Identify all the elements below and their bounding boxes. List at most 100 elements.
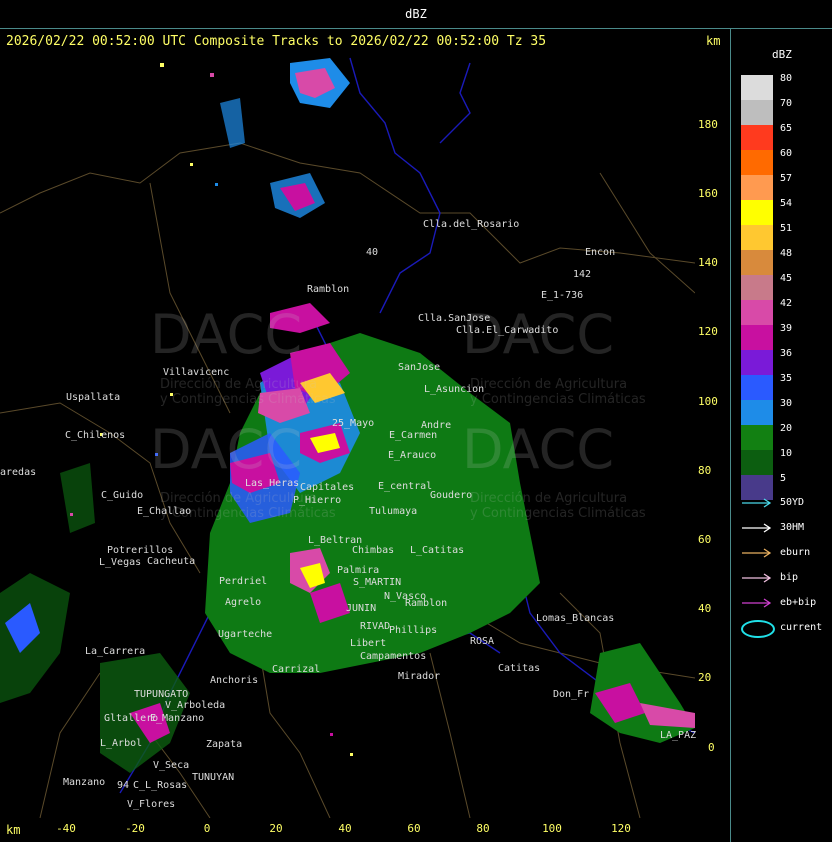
track-marker	[742, 573, 772, 583]
place-label: Andre	[421, 420, 452, 431]
place-label: E_Carmen	[389, 430, 438, 441]
legend-swatch	[741, 150, 773, 175]
watermark-line1-b: Dirección de Agricultura	[470, 491, 628, 506]
place-label: Chimbas	[352, 545, 395, 556]
place-label: Uspallata	[66, 392, 121, 403]
place-label: Clla.El_Carwadito	[456, 325, 559, 336]
legend-swatch	[741, 325, 773, 350]
place-label: C_Guido	[101, 490, 144, 501]
place-label: Carrizal	[272, 664, 321, 675]
watermark-line2-b: y Contingencias Climáticas	[470, 506, 646, 521]
legend-swatch	[741, 225, 773, 250]
place-label: Agrelo	[225, 597, 262, 608]
legend-level-label: 10	[780, 448, 793, 459]
legend-level-label: 45	[780, 273, 793, 284]
place-label: Mirador	[398, 671, 441, 682]
place-label: LA_PAZ	[660, 730, 697, 741]
legend-level-label: 42	[780, 298, 793, 309]
legend-swatch	[741, 450, 773, 475]
place-label: E_Arauco	[388, 450, 437, 461]
place-label: L_Catitas	[410, 545, 465, 556]
place-label: E_central	[378, 481, 433, 492]
x-tick: 80	[476, 822, 490, 835]
track-marker	[742, 523, 772, 533]
place-label: JUNIN	[346, 603, 377, 614]
legend-swatch	[741, 250, 773, 275]
place-label: Goudero	[430, 490, 473, 501]
place-label: C_L_Rosas	[133, 780, 188, 791]
place-label: Tulumaya	[369, 506, 418, 517]
place-label: Cacheuta	[147, 556, 196, 567]
place-label: ROSA	[470, 636, 495, 647]
place-label: L_Arbol	[100, 738, 143, 749]
place-label: V_Arboleda	[165, 700, 226, 711]
x-tick: 100	[542, 822, 562, 835]
place-label: Don_Fr	[553, 689, 590, 700]
legend-level-label: 70	[780, 98, 793, 109]
y-tick: 160	[698, 187, 718, 200]
y-tick: 140	[698, 256, 718, 269]
track-label: bip	[780, 572, 799, 583]
track-label: eb+bip	[780, 597, 817, 608]
watermark-line2-a: y Contingencias Climáticas	[470, 392, 646, 407]
legend-swatch	[741, 75, 773, 100]
legend-swatch	[741, 350, 773, 375]
place-label: L_Asuncion	[424, 384, 485, 395]
place-label: Anchoris	[210, 675, 259, 686]
top-bar: dBZ	[0, 0, 832, 29]
legend-level-label: 57	[780, 173, 793, 184]
legend-level-label: 5	[780, 473, 787, 484]
x-tick: -40	[56, 822, 76, 835]
km-label-top: km	[706, 34, 721, 48]
legend-level-label: 20	[780, 423, 793, 434]
legend-swatch	[741, 200, 773, 225]
place-label: Lomas_Blancas	[536, 613, 615, 624]
watermark-org-3: DACC	[150, 418, 303, 481]
legend-swatch	[741, 125, 773, 150]
place-label: 94	[117, 780, 130, 791]
legend-swatch	[741, 375, 773, 400]
legend-level-label: 35	[780, 373, 793, 384]
place-label: Palmira	[337, 565, 380, 576]
x-tick: 40	[338, 822, 352, 835]
legend-title: dBZ	[772, 48, 792, 61]
track-marker	[741, 620, 775, 638]
legend-level-label: 65	[780, 123, 793, 134]
x-tick: 120	[611, 822, 631, 835]
track-label: current	[780, 622, 823, 633]
place-label: Ugarteche	[218, 629, 273, 640]
legend-swatch	[741, 275, 773, 300]
legend-level-label: 80	[780, 73, 793, 84]
place-label: V_Seca	[153, 760, 190, 771]
place-label: Las_Heras	[245, 478, 300, 489]
legend-level-label: 36	[780, 348, 793, 359]
place-label: S_MARTIN	[353, 577, 402, 588]
watermark-line1-c: Dirección de Agricultura	[160, 377, 318, 392]
place-label: Perdriel	[219, 576, 268, 587]
place-label: Manzano	[63, 777, 106, 788]
legend-level-label: 60	[780, 148, 793, 159]
y-tick: 40	[698, 602, 712, 615]
place-label: aredas	[0, 467, 37, 478]
place-label: Campamentos	[360, 651, 427, 662]
place-label: Phillips	[389, 625, 438, 636]
map-title: 2026/02/22 00:52:00 UTC Composite Tracks…	[6, 34, 547, 49]
y-tick: 180	[698, 118, 718, 131]
place-label: E_1-736	[541, 290, 584, 301]
place-label: E_Challao	[137, 506, 192, 517]
place-label: 142	[573, 269, 592, 280]
legend-swatch	[741, 175, 773, 200]
watermark-line2-c: y Contingencias Climáticas	[160, 392, 336, 407]
km-label-bottom: km	[6, 823, 21, 837]
place-label: Clla.del_Rosario	[423, 219, 520, 230]
place-label: E_Manzano	[150, 713, 205, 724]
legend-level-label: 48	[780, 248, 793, 259]
watermark-org-4: DACC	[462, 418, 615, 481]
place-label: Capitales	[300, 482, 355, 493]
legend-swatch	[741, 100, 773, 125]
place-label: La_Carrera	[85, 646, 146, 657]
track-label: eburn	[780, 547, 811, 558]
place-label: Villavicenc	[163, 367, 230, 378]
x-tick: -20	[125, 822, 145, 835]
place-label: Clla.SanJose	[418, 313, 491, 324]
